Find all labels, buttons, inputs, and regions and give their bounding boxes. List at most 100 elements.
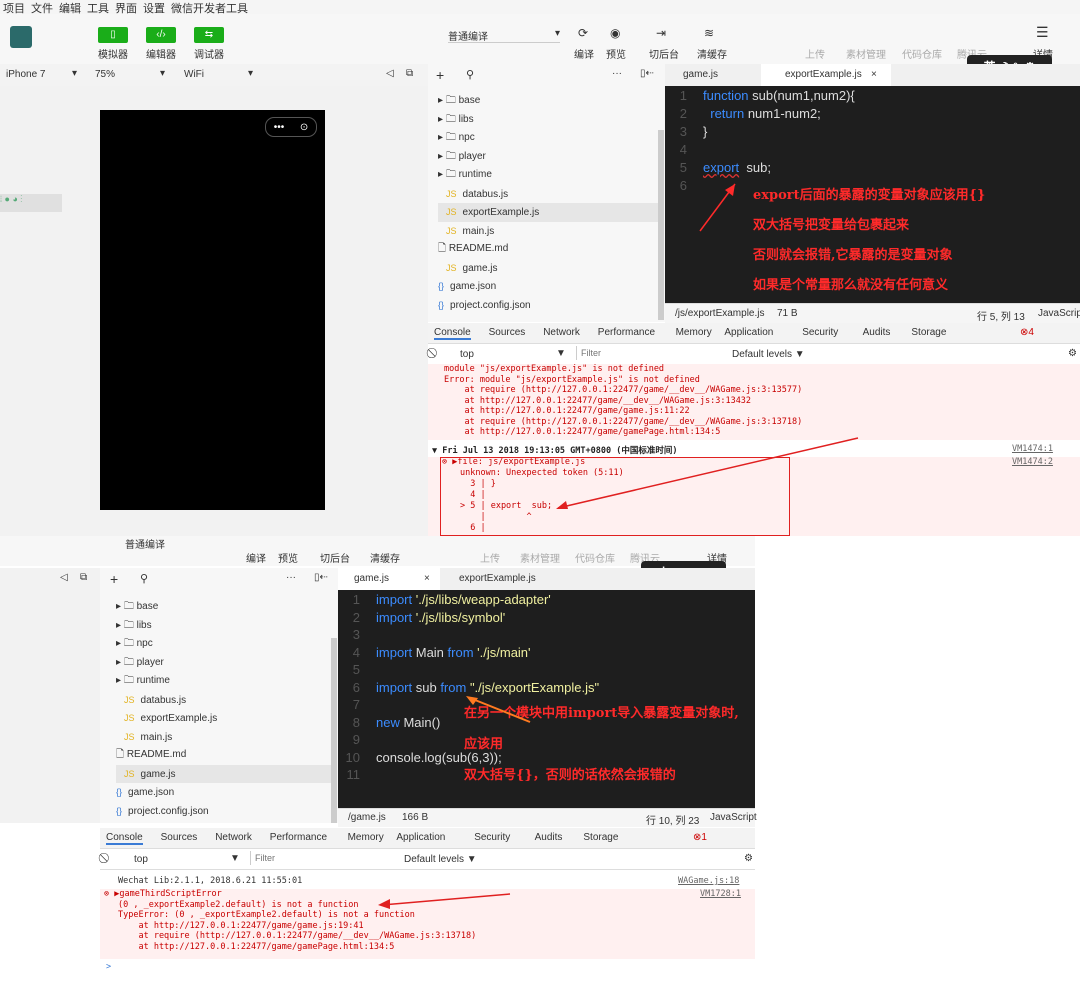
devtools-tab[interactable]: Console (434, 327, 471, 340)
upload-button[interactable]: 上传 (480, 550, 500, 565)
tree-item[interactable]: ▸ 🗀 libs (116, 617, 332, 636)
chevron-down-icon[interactable]: ▼ (556, 348, 566, 359)
caret-right-icon[interactable]: ▸ (116, 601, 124, 612)
tab-export-example[interactable]: exportExample.js (459, 573, 536, 584)
source-link[interactable]: WAGame.js:18 (678, 876, 739, 886)
repo-button[interactable]: 代码仓库 (898, 46, 946, 61)
add-icon[interactable]: + (110, 571, 118, 587)
editor-button[interactable]: 编辑器 (143, 46, 179, 61)
tree-item[interactable]: ▸ 🗀 libs (438, 111, 658, 130)
editor-icon[interactable]: ‹/› (146, 27, 176, 43)
caret-right-icon[interactable]: ▸ (438, 114, 446, 125)
scrollbar[interactable] (331, 638, 337, 823)
context-select[interactable]: top (460, 349, 474, 360)
tree-item[interactable]: JS main.js (116, 728, 332, 747)
devtools-tab[interactable]: Sources (489, 327, 526, 338)
caret-right-icon[interactable]: ▸ (116, 675, 124, 686)
more-icon[interactable]: ••• (274, 122, 285, 133)
close-icon[interactable]: × (424, 573, 430, 584)
simulator-icon[interactable]: ▯ (98, 27, 128, 43)
floating-widget[interactable]: ⦙ ● ◕ ⁝ (0, 194, 62, 212)
tree-item[interactable]: ▸ 🗀 player (438, 148, 658, 167)
search-icon[interactable]: ⚲ (140, 572, 148, 585)
chevron-down-icon[interactable]: ▾ (248, 68, 253, 79)
refresh-icon[interactable]: ⟳ (578, 26, 588, 40)
gear-icon[interactable]: ⚙ (744, 853, 753, 864)
tree-item[interactable]: JS game.js (116, 764, 332, 783)
code-editor-top[interactable]: 1 function sub(num1,num2){ 2 return num1-… (665, 86, 1080, 303)
layers-icon[interactable]: ≋ (704, 26, 714, 40)
devtools-tab[interactable]: Network (543, 327, 580, 338)
error-head[interactable]: ▶gameThirdScriptError (114, 889, 221, 899)
tree-item[interactable]: 🗋 README.md (438, 240, 658, 259)
device-select[interactable]: iPhone 7 (6, 69, 45, 80)
console-prompt[interactable]: > (106, 962, 111, 972)
tree-item[interactable]: {} game.json (116, 783, 332, 802)
caret-right-icon[interactable]: ▸ (438, 151, 446, 162)
window-icon[interactable]: ⧉ (406, 68, 413, 79)
background-button[interactable]: 切后台 (646, 46, 682, 61)
tree-item[interactable]: {} game.json (438, 277, 658, 296)
scrollbar[interactable] (658, 130, 664, 320)
caret-right-icon[interactable]: ▸ (438, 95, 446, 106)
avatar[interactable] (10, 26, 32, 48)
tab-game-js[interactable]: game.js (683, 69, 718, 80)
levels-select[interactable]: Default levels ▼ (404, 854, 477, 865)
add-icon[interactable]: + (436, 67, 444, 83)
devtools-tab[interactable]: Storage (911, 327, 946, 338)
tab-game-js-active[interactable]: game.js × (338, 568, 440, 590)
devtools-tab[interactable]: Performance (598, 327, 655, 338)
menu-icon[interactable]: ☰ (1036, 24, 1049, 41)
devtools-tab[interactable]: Memory (676, 327, 712, 338)
language-mode[interactable]: JavaScript (1038, 308, 1080, 319)
devtools-tab[interactable]: Security (474, 832, 510, 843)
assets-button[interactable]: 素材管理 (842, 46, 890, 61)
devtools-tab[interactable]: Application (724, 327, 773, 338)
source-link[interactable]: VM1474:1 (1012, 444, 1053, 454)
tree-item[interactable]: ▸ 🗀 base (438, 92, 658, 111)
more-icon[interactable]: ··· (612, 68, 622, 79)
zoom-select[interactable]: 75% (95, 69, 115, 80)
levels-select[interactable]: Default levels ▼ (732, 349, 805, 360)
tree-item[interactable]: {} project.config.json (438, 296, 658, 315)
more-icon[interactable]: ··· (286, 572, 296, 583)
tree-item[interactable]: {} project.config.json (116, 802, 332, 821)
tab-export-example-active[interactable]: exportExample.js × (761, 64, 891, 86)
devtools-tab[interactable]: Security (802, 327, 838, 338)
compile-button[interactable]: 编译 (246, 550, 266, 565)
tree-item[interactable]: ▸ 🗀 runtime (438, 166, 658, 185)
close-icon[interactable]: ⊙ (300, 122, 308, 133)
tree-item[interactable]: JS main.js (438, 222, 658, 241)
window-icon[interactable]: ⧉ (80, 572, 87, 583)
code-editor-bottom[interactable]: 1 import './js/libs/weapp-adapter' 2 impor… (338, 590, 755, 808)
caret-right-icon[interactable]: ▸ (116, 620, 124, 631)
search-icon[interactable]: ⚲ (466, 68, 474, 81)
devtools-tab[interactable]: Memory (348, 832, 384, 843)
source-link[interactable]: VM1728:1 (700, 889, 741, 900)
devtools-tab[interactable]: Audits (535, 832, 563, 843)
devtools-tab[interactable]: Audits (863, 327, 891, 338)
devtools-tab[interactable]: Network (215, 832, 252, 843)
close-icon[interactable]: × (871, 69, 877, 80)
clear-cache-button[interactable]: 清缓存 (694, 46, 730, 61)
devtools-tab[interactable]: Performance (270, 832, 327, 843)
caret-right-icon[interactable]: ▸ (438, 132, 446, 143)
tree-item[interactable]: JS game.js (438, 259, 658, 278)
phone-screen[interactable]: ••• ⊙ (100, 110, 325, 510)
tree-item[interactable]: ▸ 🗀 npc (116, 635, 332, 654)
language-mode[interactable]: JavaScript (710, 812, 757, 823)
network-select[interactable]: WiFi (184, 69, 204, 80)
chevron-down-icon[interactable]: ▼ (230, 853, 240, 864)
tree-item[interactable]: ▸ 🗀 npc (438, 129, 658, 148)
debugger-button[interactable]: 调试器 (191, 46, 227, 61)
tree-item[interactable]: ▸ 🗀 runtime (116, 672, 332, 691)
tree-item[interactable]: JS exportExample.js (438, 203, 658, 222)
devtools-tab[interactable]: Storage (583, 832, 618, 843)
caret-right-icon[interactable]: ▸ (116, 657, 124, 668)
collapse-icon[interactable]: ▯⇠ (314, 572, 328, 583)
console-filter-input[interactable] (250, 851, 397, 865)
assets-button[interactable]: 素材管理 (520, 550, 560, 565)
eye-icon[interactable]: ◉ (610, 26, 620, 40)
caret-right-icon[interactable]: ▸ (116, 638, 124, 649)
upload-button[interactable]: 上传 (800, 46, 830, 61)
